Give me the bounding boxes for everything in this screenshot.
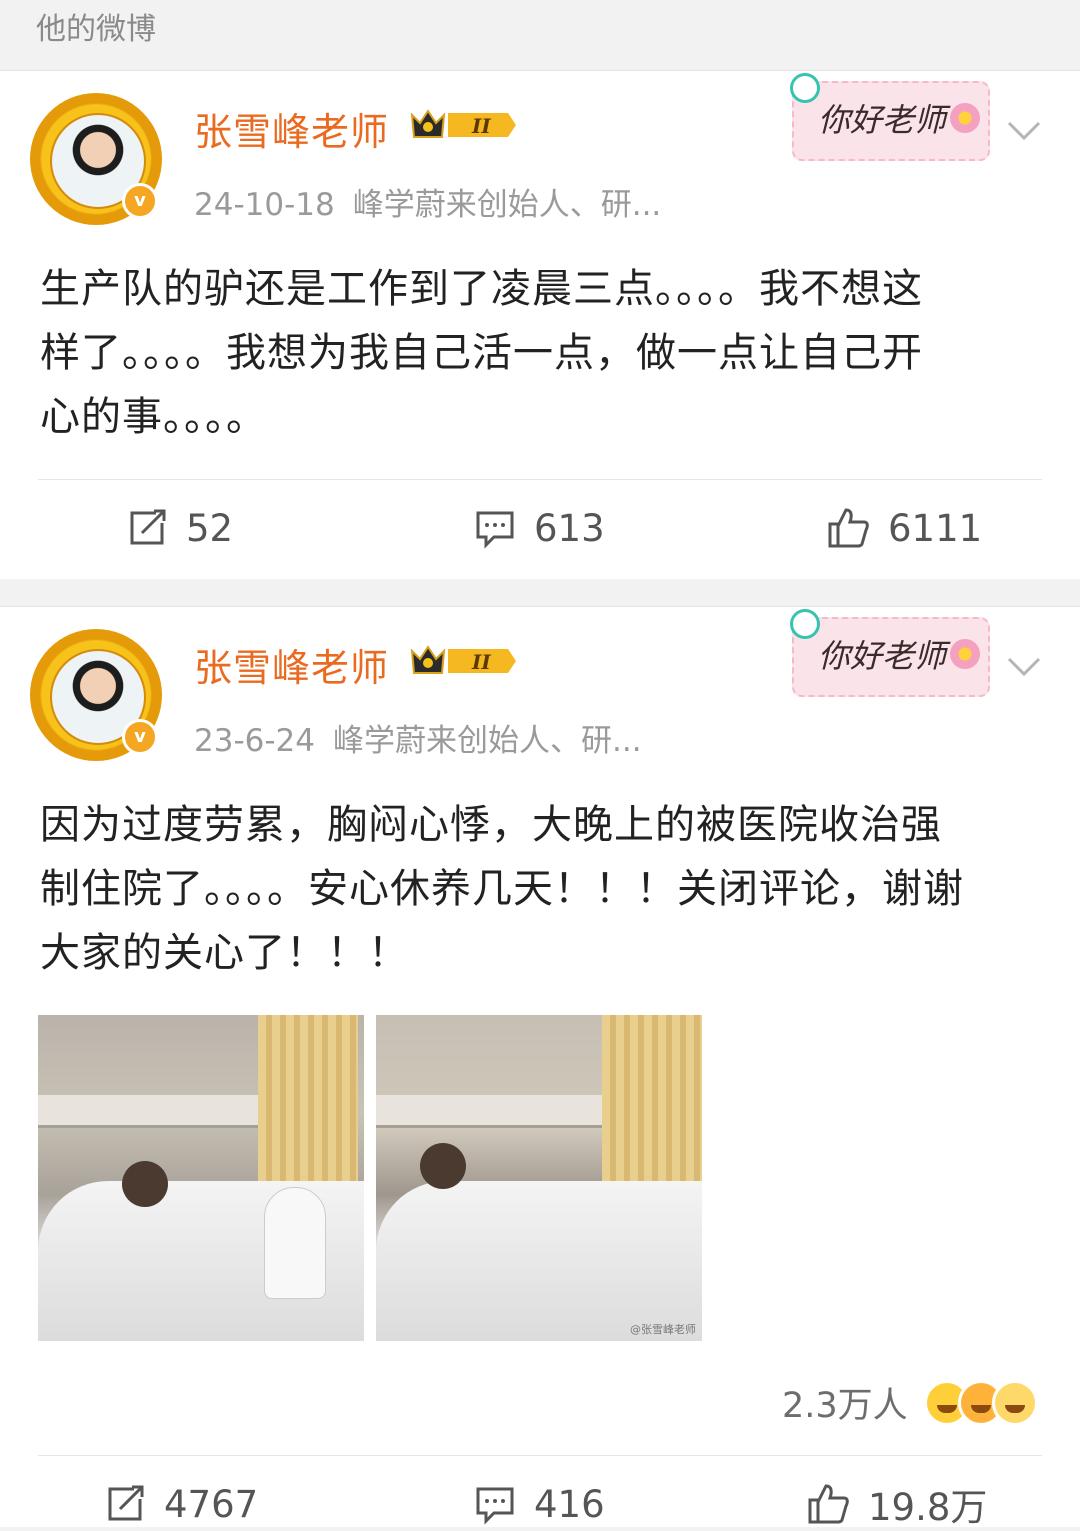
repost-count: 52 [186,506,234,550]
sticker-label: 你好老师 [818,637,947,675]
nurse [264,1187,326,1299]
like-icon [808,1484,849,1524]
post-meta: 23-6-24 峰学蔚来创始人、研... [194,715,642,760]
patient [420,1143,466,1189]
post-text-line: 因为过度劳累，胸闷心悸，大晚上的被医院收治强 [40,802,942,848]
like-button[interactable]: 19.8万 [806,1479,987,1529]
avatar[interactable]: v [30,93,162,225]
post-source: 峰学蔚来创始人、研... [333,723,642,759]
post-photo[interactable] [38,1015,364,1341]
crown-icon[interactable]: II [408,643,518,679]
sticker-label: 你好老师 [818,101,947,139]
post-photo[interactable]: @张雪峰老师 [376,1015,702,1341]
section-header: 他的微博 [0,0,1080,68]
card-sticker: 你好老师 [790,609,990,697]
flower-icon [950,639,980,669]
chevron-down-icon[interactable] [1006,655,1042,679]
wall-panel [376,1095,606,1128]
post-text-line: 心的事。。。。 [40,394,267,440]
cry-emoji-icon [991,1379,1038,1426]
ring-decoration [790,73,820,103]
crown-icon[interactable]: II [408,107,518,143]
post-meta: 24-10-18 峰学蔚来创始人、研... [194,179,661,224]
post-text-line: 生产队的驴还是工作到了凌晨三点。。。。我不想这 [40,266,923,312]
repost-count: 4767 [164,1482,259,1526]
level-badge-label: II [471,650,491,674]
ring-decoration [790,609,820,639]
comment-button[interactable]: 416 [474,1479,605,1529]
divider [38,479,1042,480]
post-text-line: 大家的关心了！！！ [40,930,409,976]
card-sticker: 你好老师 [790,73,990,161]
avatar[interactable]: v [30,629,162,761]
like-button[interactable]: 6111 [826,503,982,553]
repost-button[interactable]: 4767 [104,1479,258,1529]
repost-icon [130,509,166,545]
divider [38,1455,1042,1456]
chevron-down-icon[interactable] [1006,119,1042,143]
post-text: 因为过度劳累，胸闷心悸，大晚上的被医院收治强 制住院了。。。。安心休养几天！！！… [40,793,1040,985]
post-text-line: 制住院了。。。。安心休养几天！！！关闭评论，谢谢 [40,866,964,912]
post-source: 峰学蔚来创始人、研... [352,187,662,223]
comment-icon [476,511,514,549]
level-badge-label: II [471,114,491,138]
reaction-count: 2.3万人 [782,1386,908,1426]
hospital-bed [376,1181,702,1341]
verified-icon: v [122,719,158,755]
photo-watermark: @张雪峰老师 [630,1323,696,1336]
author-name[interactable]: 张雪峰老师 [194,101,389,156]
patient [122,1161,168,1207]
comment-count: 416 [534,1482,605,1526]
comment-count: 613 [534,506,605,550]
comment-button[interactable]: 613 [474,503,605,553]
wall-panel [38,1095,268,1128]
post-date: 24-10-18 [194,187,335,223]
post-text-line: 样了。。。。我想为我自己活一点，做一点让自己开 [40,330,923,376]
reaction-summary[interactable]: 2.3万人 [782,1377,1038,1428]
repost-button[interactable]: 52 [126,503,233,553]
like-icon [828,508,869,548]
author-name[interactable]: 张雪峰老师 [194,637,389,692]
comment-icon [476,1487,514,1525]
post-date: 23-6-24 [194,723,315,759]
flower-icon [950,103,980,133]
post-text: 生产队的驴还是工作到了凌晨三点。。。。我不想这 样了。。。。我想为我自己活一点，… [40,257,1040,449]
section-title: 他的微博 [36,12,156,47]
like-count: 19.8万 [868,1486,988,1529]
verified-icon: v [122,183,158,219]
weibo-post: v 张雪峰老师 II 24-10-18 峰学蔚来创始人、研... 你好老师 生产队… [0,70,1080,579]
repost-icon [108,1485,144,1521]
weibo-post: v 张雪峰老师 II 23-6-24 峰学蔚来创始人、研... 你好老师 因为过度… [0,606,1080,1529]
like-count: 6111 [888,506,983,550]
